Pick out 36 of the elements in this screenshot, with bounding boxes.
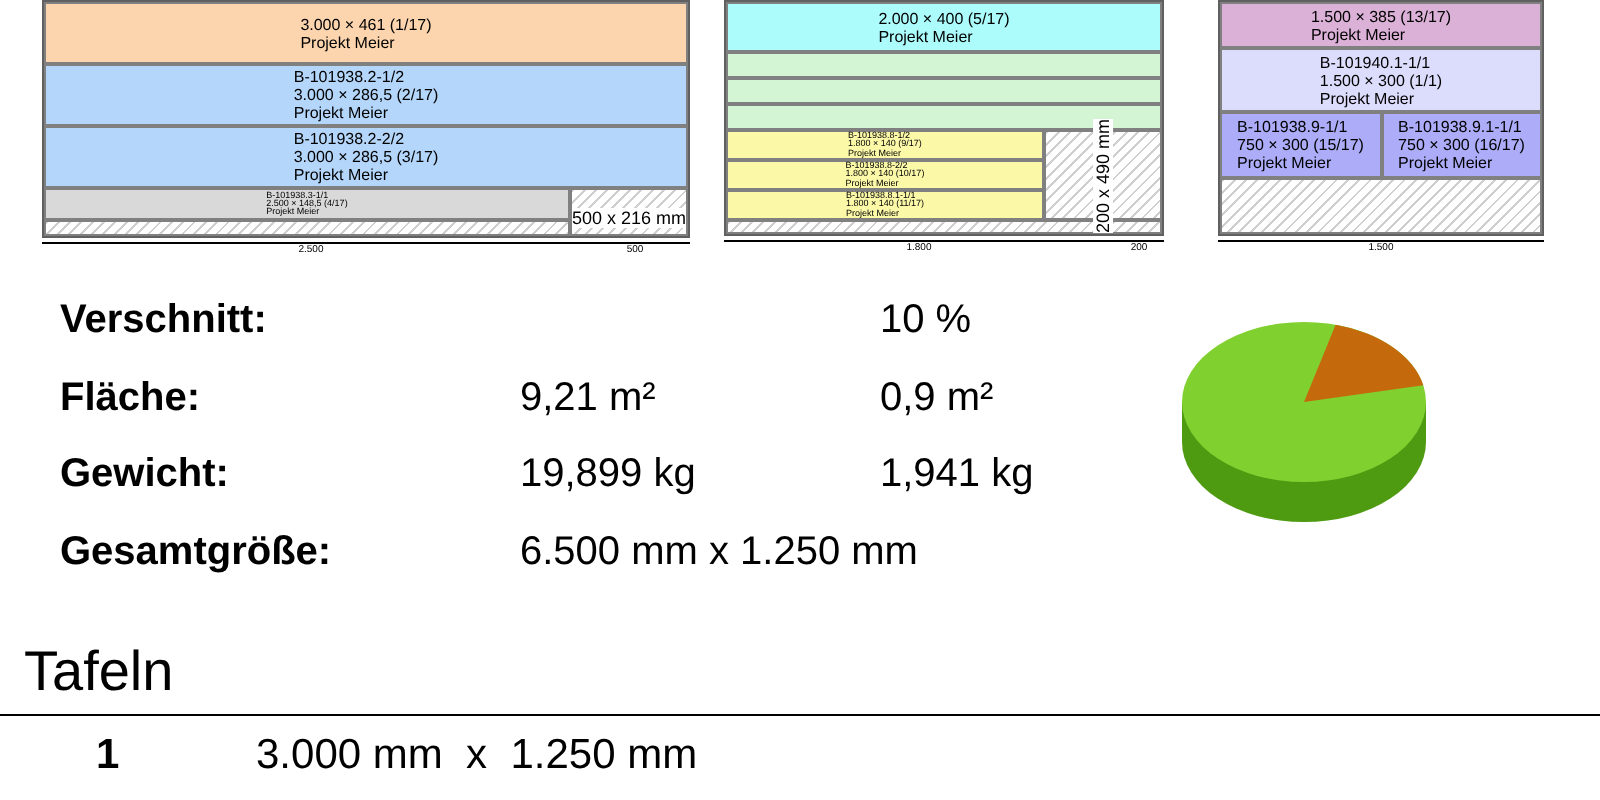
row-number: 1 [96, 732, 122, 780]
stat-label: Fläche: [60, 373, 203, 424]
stat-value: 10 % [880, 296, 972, 347]
piece-label: 1.500 × 385 (13/17) [1310, 7, 1452, 25]
stat-value: 0,9 m² [880, 373, 994, 424]
piece-label: B-101938.9-1/1 [1237, 118, 1350, 136]
piece-label: 3.000 × 286,5 (3/17) [293, 148, 439, 166]
stat-value: 9,21 m² [520, 373, 658, 424]
piece-label: Projekt Meier [300, 33, 395, 51]
piece-label: Projekt Meier [1310, 25, 1406, 43]
piece-label: Projekt Meier [293, 166, 390, 184]
piece-label: B-101938.9.1-1/1 [1398, 118, 1524, 136]
stat-label: Gewicht: [60, 450, 231, 501]
piece-label: B-101940.1-1/1 [1319, 53, 1433, 71]
piece-label: B-101938.2-1/2 [293, 68, 407, 86]
piece-label: Projekt Meier [1319, 89, 1415, 107]
section-heading: Tafeln [24, 638, 176, 706]
stat-value: 6.500 mm x 1.250 mm [520, 527, 918, 578]
piece-label: 3.000 × 286,5 (2/17) [293, 86, 439, 104]
piece-label: Projekt Meier [1237, 154, 1334, 172]
stat-label: Verschnitt: [60, 296, 269, 347]
piece-label: 750 × 300 (16/17) [1398, 136, 1525, 154]
offcut-label: 200 x 490 mm [1092, 117, 1113, 233]
piece-label: B-101938.2-2/2 [293, 130, 407, 148]
panel-size: 3.000 mm x 1.250 mm [256, 732, 698, 780]
stat-value: 19,899 kg [520, 450, 698, 501]
piece-label: 3.000 × 461 (1/17) [300, 15, 432, 33]
piece-label: Projekt Meier [878, 27, 973, 45]
piece-label: 1.500 × 300 (1/1) [1319, 71, 1443, 89]
offcut-label: 500 x 216 mm [571, 208, 686, 228]
stat-label: Gesamtgröße: [60, 527, 334, 578]
piece-label: Projekt Meier [293, 104, 390, 122]
stat-value: 1,941 kg [880, 450, 1034, 501]
piece-label: 2.000 × 400 (5/17) [878, 9, 1010, 27]
piece-label: 750 × 300 (15/17) [1237, 136, 1364, 154]
piece-label: Projekt Meier [1398, 154, 1495, 172]
